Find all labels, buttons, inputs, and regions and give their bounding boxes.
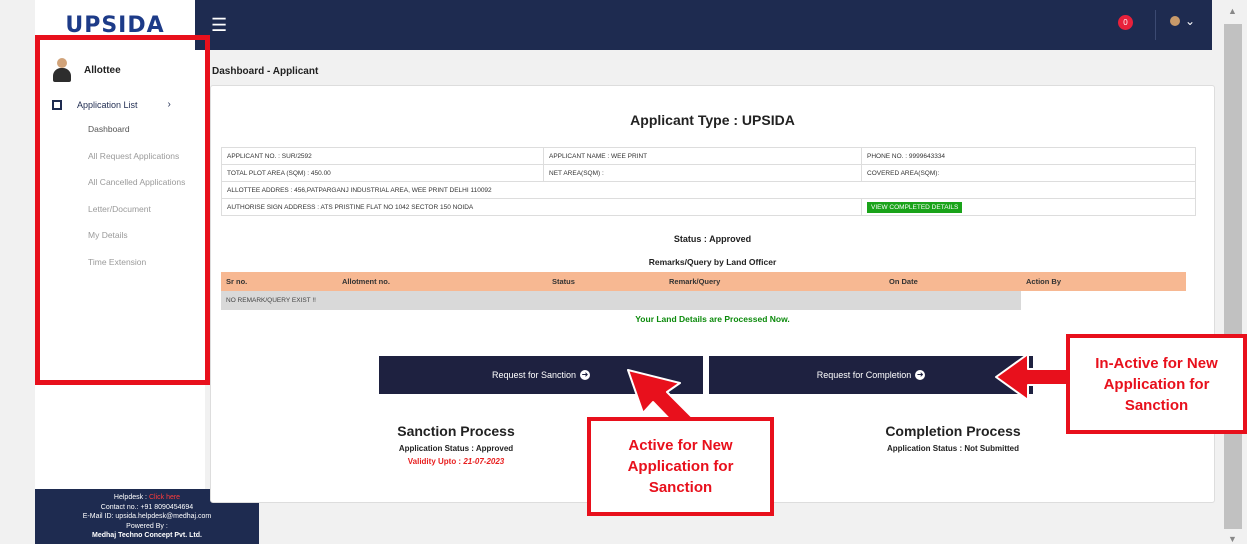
active-callout-line: Sanction (648, 479, 713, 496)
helpdesk-contact: Contact no.: +91 8090454694 (100, 503, 194, 511)
net-area-cell: NET AREA(SQM) : (543, 164, 862, 182)
completion-status: Application Status : Not Submitted (887, 444, 1019, 453)
arrow-right-circle-icon: ➜ (915, 370, 926, 380)
user-avatar-icon (1170, 16, 1180, 26)
scroll-up-arrow-icon[interactable]: ▲ (1228, 6, 1237, 16)
column-header-on-date: On Date (884, 272, 1021, 291)
sanction-validity: Validity Upto : 21-07-2023 (366, 457, 546, 466)
scroll-down-arrow-icon[interactable]: ▼ (1228, 534, 1237, 544)
covered-area-cell: COVERED AREA(SQM): (861, 164, 1196, 182)
active-callout-line: Active for New (628, 437, 733, 454)
column-header-status: Status (547, 272, 664, 291)
table-row: APPLICANT NO. : SUR/2592 APPLICANT NAME … (221, 147, 1196, 165)
page-title: Dashboard - Applicant (212, 66, 319, 77)
remarks-header-row: Sr no. Allotment no. Status Remark/Query… (221, 272, 1186, 291)
sanction-status: Application Status : Approved (398, 444, 514, 453)
helpdesk-email: E-Mail ID: upsida.helpdesk@medhaj.com (82, 513, 212, 520)
scrollbar-thumb[interactable] (1224, 24, 1242, 529)
authorise-address-cell: AUTHORISE SIGN ADDRESS : ATS PRISTINE FL… (221, 198, 862, 216)
table-row: ALLOTTEE ADDRES : 456,PATPARGANJ INDUSTR… (221, 181, 1196, 199)
view-completed-details-button[interactable]: VIEW COMPLETED DETAILS (867, 201, 963, 213)
inactive-callout-line: In-Active for New (1095, 354, 1218, 372)
remarks-table: Sr no. Allotment no. Status Remark/Query… (221, 272, 1186, 310)
user-menu-button[interactable]: ⌄ (1170, 14, 1195, 28)
phone-cell: PHONE NO. : 9999643334 (861, 147, 1196, 165)
company-name: Medhaj Techno Concept Pvt. Ltd. (92, 532, 202, 539)
chevron-down-icon: ⌄ (1185, 14, 1196, 28)
no-remarks-message: NO REMARK/QUERY EXIST !! (221, 291, 1021, 310)
top-navbar: ☰ 0 ⌄ (195, 0, 1212, 50)
request-sanction-button[interactable]: Request for Sanction ➜ (379, 356, 703, 394)
applicant-name-cell: APPLICANT NAME : WEE PRINT (543, 147, 862, 165)
arrow-right-circle-icon: ➜ (580, 370, 591, 380)
remarks-title: Remarks/Query by Land Officer (648, 257, 777, 267)
completion-process-title: Completion Process (885, 423, 1021, 439)
applicant-type-heading: Applicant Type : UPSIDA (630, 112, 795, 128)
sanction-process-panel: Sanction Process Application Status : Ap… (366, 423, 546, 466)
helpdesk-link[interactable]: Click here (149, 494, 180, 501)
view-details-cell: VIEW COMPLETED DETAILS (861, 198, 1196, 216)
navbar-divider (1155, 10, 1156, 40)
column-header-remark-query: Remark/Query (664, 272, 884, 291)
total-plot-area-cell: TOTAL PLOT AREA (SQM) : 450.00 (221, 164, 544, 182)
table-row: NO REMARK/QUERY EXIST !! (221, 291, 1186, 310)
column-header-sr-no: Sr no. (221, 272, 337, 291)
inactive-callout-line: Sanction (1124, 396, 1189, 414)
active-callout-line: Application for (627, 458, 734, 475)
notification-badge[interactable]: 0 (1118, 15, 1133, 30)
powered-by-label: Powered By : (126, 522, 168, 530)
sidebar-highlight-frame (35, 35, 210, 385)
allottee-address-cell: ALLOTTEE ADDRES : 456,PATPARGANJ INDUSTR… (221, 181, 1196, 199)
active-callout: Active for New Application for Sanction (587, 417, 774, 516)
applicant-info-table: APPLICANT NO. : SUR/2592 APPLICANT NAME … (221, 147, 1196, 216)
validity-label: Validity Upto : (407, 457, 462, 466)
column-header-allotment-no: Allotment no. (337, 272, 547, 291)
hamburger-menu-icon[interactable]: ☰ (211, 15, 227, 36)
inactive-callout: In-Active for New Application for Sancti… (1066, 334, 1247, 434)
request-sanction-label: Request for Sanction (491, 370, 577, 380)
request-completion-label: Request for Completion (816, 370, 912, 380)
processed-message: Your Land Details are Processed Now. (635, 314, 790, 324)
inactive-callout-line: Application for (1103, 375, 1210, 393)
empty-cell (1021, 291, 1186, 310)
column-header-action-by: Action By (1021, 272, 1186, 291)
applicant-no-cell: APPLICANT NO. : SUR/2592 (221, 147, 544, 165)
sanction-process-title: Sanction Process (397, 423, 515, 439)
logo-text: UPSIDA (65, 12, 165, 38)
validity-date: 21-07-2023 (463, 457, 505, 466)
status-text: Status : Approved (673, 234, 752, 244)
helpdesk-label: Helpdesk : (113, 494, 147, 501)
table-row: AUTHORISE SIGN ADDRESS : ATS PRISTINE FL… (221, 198, 1196, 216)
completion-process-panel: Completion Process Application Status : … (863, 423, 1043, 453)
table-row: TOTAL PLOT AREA (SQM) : 450.00 NET AREA(… (221, 164, 1196, 182)
request-completion-button[interactable]: Request for Completion ➜ (709, 356, 1033, 394)
